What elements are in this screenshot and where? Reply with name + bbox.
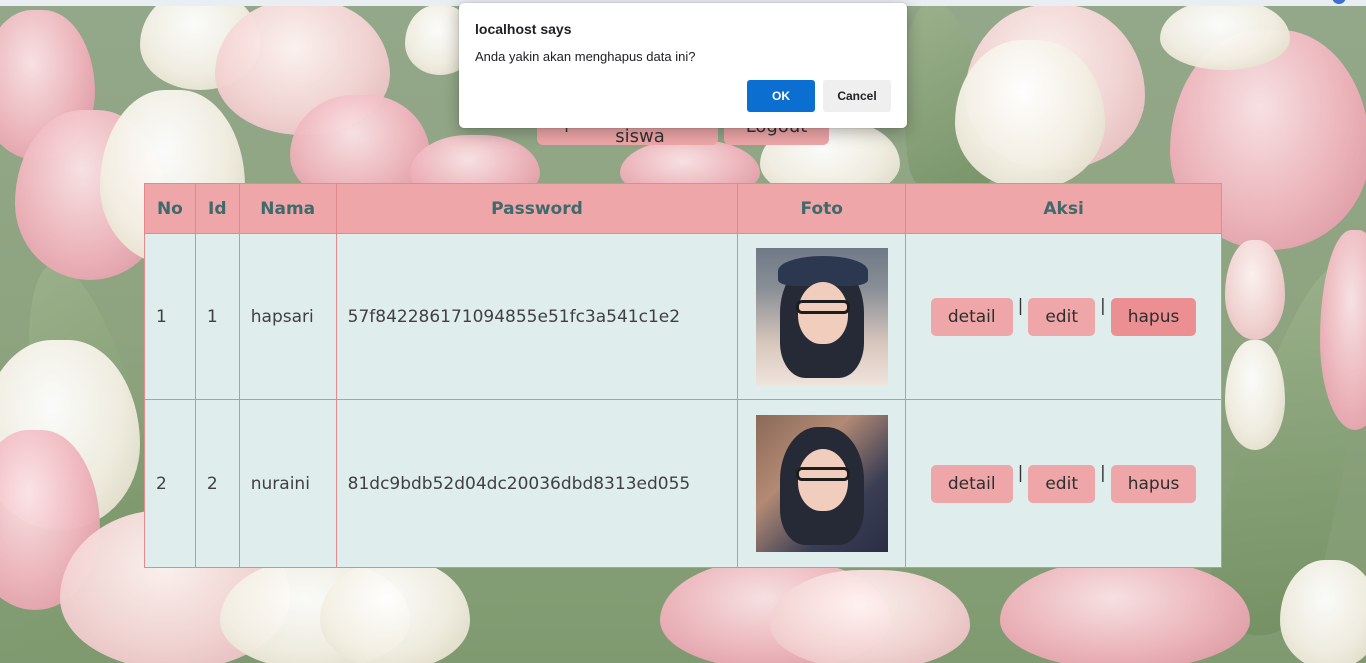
ok-button[interactable]: OK — [747, 80, 815, 112]
table-row: 2 2 nuraini 81dc9bdb52d04dc20036dbd8313e… — [144, 399, 1222, 568]
cell-password: 81dc9bdb52d04dc20036dbd8313ed055 — [335, 399, 739, 568]
dialog-title: localhost says — [475, 21, 572, 37]
table-row: 1 1 hapsari 57f842286171094855e51fc3a541… — [144, 233, 1222, 400]
cell-id: 2 — [194, 399, 240, 568]
edit-button[interactable]: edit — [1028, 464, 1095, 503]
cell-no: 1 — [144, 233, 196, 400]
detail-button[interactable]: detail — [930, 297, 1013, 336]
dialog-message: Anda yakin akan menghapus data ini? — [475, 49, 696, 64]
cell-nama: hapsari — [238, 233, 337, 400]
header-aksi: Aksi — [905, 183, 1222, 234]
cell-no: 2 — [144, 399, 196, 568]
cell-foto — [737, 399, 907, 568]
delete-button[interactable]: hapus — [1110, 297, 1197, 336]
header-nama: Nama — [238, 183, 337, 234]
header-no: No — [144, 183, 196, 234]
header-password: Password — [335, 183, 739, 234]
student-table-container: No Id Nama Password Foto Aksi 1 1 hapsar… — [144, 183, 1222, 568]
action-separator: | — [1099, 295, 1106, 316]
header-id: Id — [194, 183, 240, 234]
cell-id: 1 — [194, 233, 240, 400]
student-photo — [755, 248, 888, 385]
detail-button[interactable]: detail — [930, 464, 1013, 503]
edit-button[interactable]: edit — [1028, 297, 1095, 336]
action-separator: | — [1017, 295, 1024, 316]
cell-password: 57f842286171094855e51fc3a541c1e2 — [335, 233, 739, 400]
extension-icon[interactable] — [1332, 0, 1346, 4]
cell-aksi: detail|edit|hapus — [905, 399, 1222, 568]
cell-aksi: detail|edit|hapus — [905, 233, 1222, 400]
cancel-button[interactable]: Cancel — [823, 80, 891, 112]
delete-button[interactable]: hapus — [1110, 464, 1197, 503]
table-header-row: No Id Nama Password Foto Aksi — [144, 183, 1222, 234]
student-photo — [755, 415, 888, 552]
action-separator: | — [1017, 462, 1024, 483]
confirm-dialog: localhost says Anda yakin akan menghapus… — [459, 3, 907, 128]
header-foto: Foto — [737, 183, 907, 234]
student-table: No Id Nama Password Foto Aksi 1 1 hapsar… — [144, 183, 1222, 568]
action-separator: | — [1099, 462, 1106, 483]
cell-nama: nuraini — [238, 399, 337, 568]
cell-foto — [737, 233, 907, 400]
